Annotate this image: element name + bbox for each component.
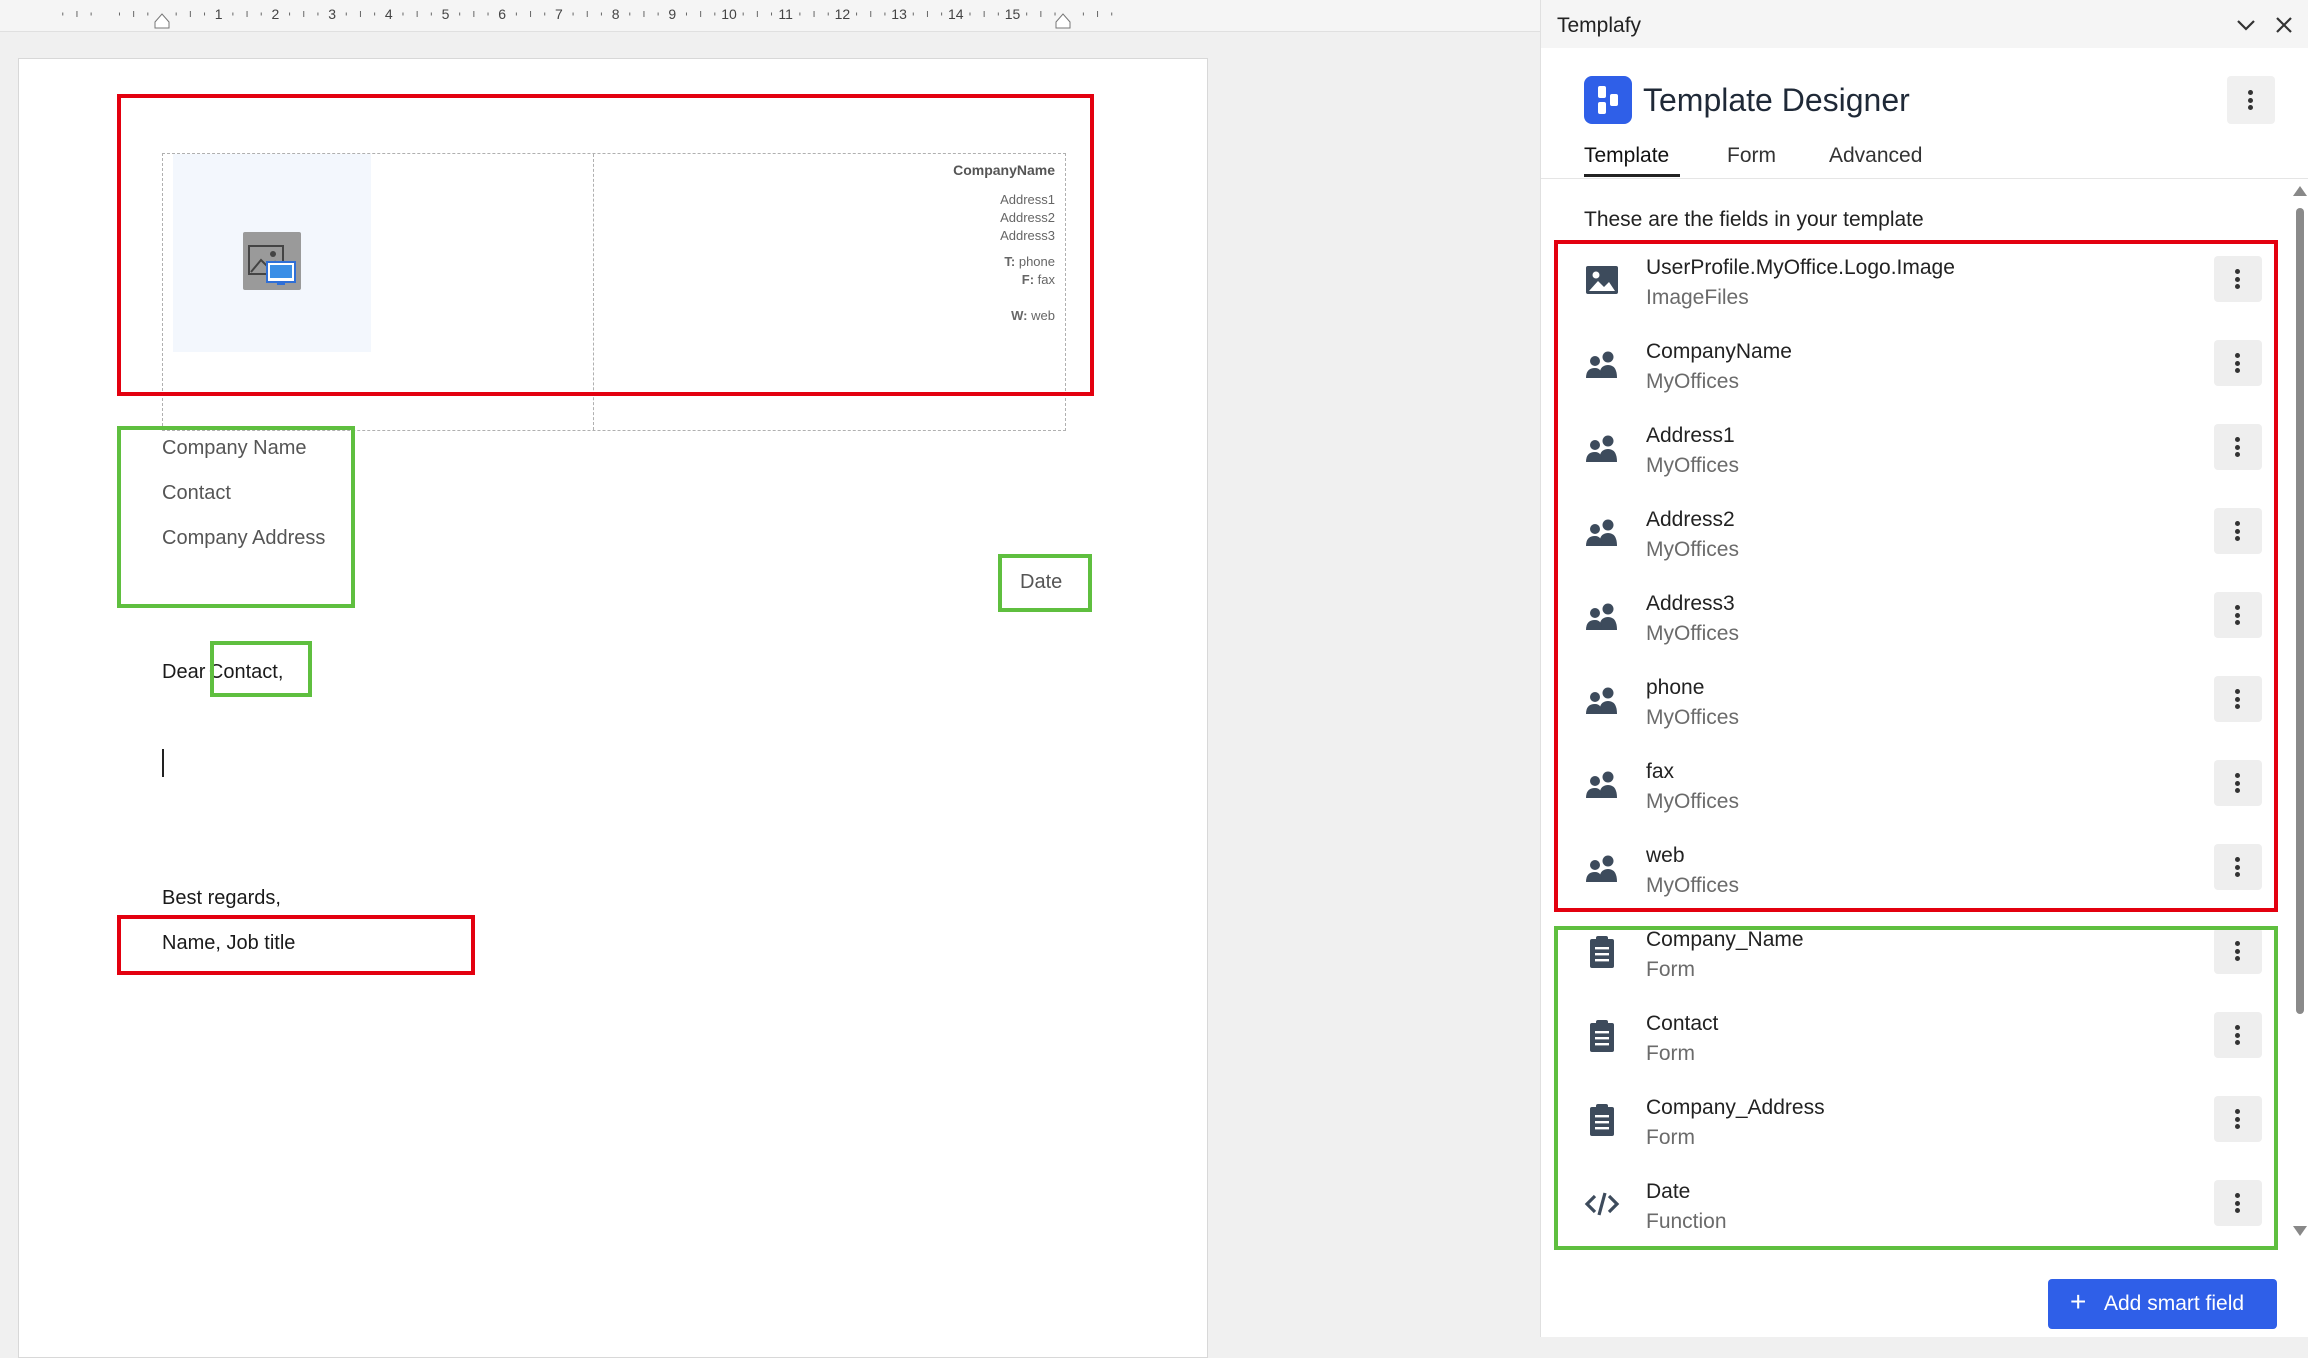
closing-line[interactable]: Best regards, xyxy=(162,887,281,910)
ruler-number: 14 xyxy=(948,6,964,22)
panel-titlebar: Templafy xyxy=(1541,0,2308,48)
ruler-number: 10 xyxy=(721,6,737,22)
ruler-number: 8 xyxy=(612,6,620,22)
scroll-down-arrow[interactable] xyxy=(2293,1226,2307,1236)
ruler-number: 2 xyxy=(272,6,280,22)
highlight-date xyxy=(998,554,1092,612)
tab-template[interactable]: Template xyxy=(1584,144,1669,168)
highlight-office-fields xyxy=(1554,240,2278,912)
ruler-number: 5 xyxy=(442,6,450,22)
panel-menu-button[interactable] xyxy=(2227,76,2275,124)
active-tab-indicator xyxy=(1584,174,1680,177)
text-cursor xyxy=(162,749,164,777)
document-canvas[interactable]: CompanyName Address1 Address2 Address3 T… xyxy=(0,32,1540,1358)
ruler-ticks: 1 2 3 4 5 6 7 8 9 10 11 12 13 14 15 xyxy=(62,6,1113,29)
plus-icon: + xyxy=(2070,1286,2087,1317)
ruler-number: 9 xyxy=(668,6,676,22)
tab-advanced[interactable]: Advanced xyxy=(1829,144,1922,168)
ruler-number: 13 xyxy=(891,6,907,22)
highlight-signature xyxy=(117,915,475,975)
right-indent-marker[interactable] xyxy=(1055,13,1071,29)
fields-heading: These are the fields in your template xyxy=(1584,208,1924,231)
ruler-number: 7 xyxy=(555,6,563,22)
ruler-number: 12 xyxy=(835,6,851,22)
templafy-logo-icon xyxy=(1584,76,1632,124)
highlight-form-fields xyxy=(1554,926,2278,1250)
close-icon[interactable] xyxy=(2271,12,2297,38)
ruler-number: 4 xyxy=(385,6,393,22)
tab-form[interactable]: Form xyxy=(1727,144,1776,168)
scrollbar-thumb[interactable] xyxy=(2296,208,2304,1014)
add-smart-field-label: Add smart field xyxy=(2104,1292,2245,1315)
chevron-down-icon[interactable] xyxy=(2233,12,2259,38)
highlight-header-block xyxy=(117,94,1094,396)
ruler-number: 6 xyxy=(498,6,506,22)
horizontal-ruler[interactable]: 1 2 3 4 5 6 7 8 9 10 11 12 13 14 15 xyxy=(0,0,1540,32)
salutation-prefix: Dear xyxy=(162,661,206,683)
ruler-number: 15 xyxy=(1005,6,1021,22)
app-name: Template Designer xyxy=(1643,82,1910,118)
ruler-number: 11 xyxy=(778,6,793,22)
highlight-recipient-block xyxy=(117,426,355,608)
left-indent-marker[interactable] xyxy=(154,13,170,29)
templafy-panel[interactable]: Templafy Template Designer Template Form… xyxy=(1540,0,2308,1337)
ruler-number: 1 xyxy=(215,6,223,22)
add-smart-field-button[interactable]: + Add smart field xyxy=(2048,1279,2277,1329)
panel-title: Templafy xyxy=(1557,14,1642,37)
ruler-number: 3 xyxy=(328,6,336,22)
highlight-salutation-contact xyxy=(210,641,312,697)
tabs-divider xyxy=(1541,178,2308,179)
more-vertical-icon xyxy=(2248,90,2254,110)
scroll-up-arrow[interactable] xyxy=(2293,186,2307,196)
